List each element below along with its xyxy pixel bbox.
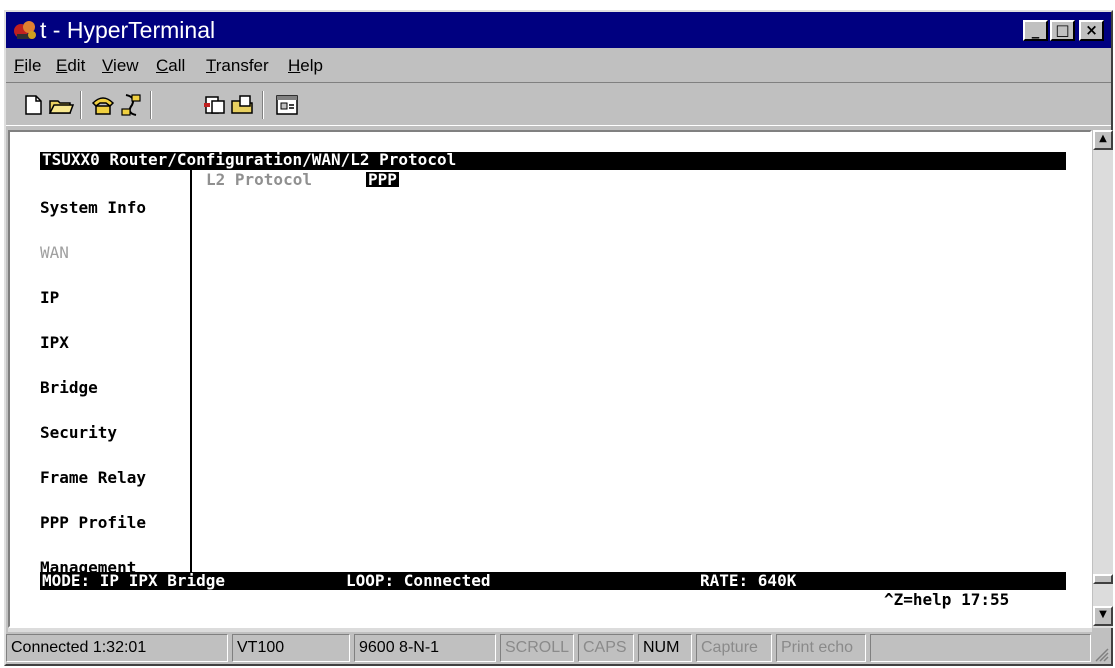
toolbar	[6, 82, 1111, 126]
rate-status: RATE: 640K	[700, 571, 797, 590]
terminal-header: TSUXX0 Router/Configuration/WAN/L2 Proto…	[40, 152, 1066, 170]
receive-icon[interactable]	[230, 93, 256, 117]
minimize-icon: _	[1031, 21, 1040, 39]
menu-option-ipx: IPX	[40, 333, 69, 352]
l2-protocol-value: PPP	[366, 170, 399, 189]
print-echo-indicator: Print echo	[776, 634, 866, 662]
help-hint: ^Z=help 17:55	[884, 590, 1010, 609]
menu-view[interactable]: View	[102, 56, 139, 76]
loop-status: LOOP: Connected	[346, 571, 491, 590]
toolbar-separator	[150, 91, 152, 119]
maximize-icon: □	[1055, 21, 1070, 39]
mode-status: MODE: IP IPX Bridge	[42, 571, 226, 590]
window-title: t - HyperTerminal	[40, 17, 216, 43]
scroll-lock-indicator: SCROLL	[500, 634, 574, 662]
menu-option-security: Security	[40, 423, 118, 442]
caps-lock-indicator: CAPS	[578, 634, 634, 662]
scroll-down-button[interactable]: ▼	[1093, 606, 1113, 626]
scroll-up-button[interactable]: ▲	[1093, 130, 1113, 150]
arrow-up-icon: ▲	[1099, 133, 1107, 144]
title-bar[interactable]: t - HyperTerminal _ □ ×	[6, 12, 1111, 48]
resize-grip-icon[interactable]	[1093, 646, 1109, 662]
menu-option-system-info: System Info	[40, 198, 146, 217]
menu-option-wan: WAN	[40, 243, 69, 262]
terminal-status-line: MODE: IP IPX Bridge LOOP: Connected RATE…	[40, 572, 1066, 590]
vertical-scrollbar[interactable]: ▲ ▼	[1093, 130, 1113, 628]
status-empty-panel	[870, 634, 1091, 662]
terminal-screen[interactable]: TSUXX0 Router/Configuration/WAN/L2 Proto…	[8, 130, 1092, 628]
menu-edit[interactable]: Edit	[56, 56, 85, 76]
disconnect-icon[interactable]	[118, 93, 144, 117]
connect-icon[interactable]	[90, 93, 116, 117]
num-lock-indicator: NUM	[638, 634, 692, 662]
emulation-panel: VT100	[232, 634, 350, 662]
router-menu: System Info WAN IP IPX Bridge Security F…	[40, 170, 192, 576]
menu-bar: File Edit View Call Transfer Help	[6, 50, 1111, 80]
status-bar: Connected 1:32:01 VT100 9600 8-N-1 SCROL…	[6, 632, 1111, 664]
close-button[interactable]: ×	[1079, 20, 1104, 41]
send-icon[interactable]	[202, 93, 228, 117]
menu-option-ip: IP	[40, 288, 60, 307]
connection-timer: Connected 1:32:01	[6, 634, 228, 662]
new-icon[interactable]	[20, 93, 46, 117]
menu-transfer[interactable]: Transfer	[206, 56, 269, 76]
menu-option-ppp-profile: PPP Profile	[40, 513, 146, 532]
close-icon: ×	[1085, 21, 1098, 39]
l2-protocol-label: L2 Protocol	[206, 170, 312, 189]
toolbar-separator	[80, 91, 82, 119]
arrow-down-icon: ▼	[1099, 609, 1107, 620]
menu-call[interactable]: Call	[156, 56, 185, 76]
toolbar-separator	[262, 91, 264, 119]
capture-indicator: Capture	[696, 634, 772, 662]
open-icon[interactable]	[48, 93, 74, 117]
hyperterminal-app-icon[interactable]	[12, 18, 38, 42]
properties-icon[interactable]	[274, 93, 300, 117]
menu-option-bridge: Bridge	[40, 378, 98, 397]
menu-help[interactable]: Help	[288, 56, 323, 76]
minimize-button[interactable]: _	[1023, 20, 1048, 41]
menu-option-frame-relay: Frame Relay	[40, 468, 146, 487]
maximize-button[interactable]: □	[1050, 20, 1075, 41]
hyperterminal-window: t - HyperTerminal _ □ × File Edit View C…	[4, 10, 1113, 666]
scroll-thumb[interactable]	[1093, 574, 1113, 584]
terminal-content: TSUXX0 Router/Configuration/WAN/L2 Proto…	[36, 152, 1066, 608]
menu-file[interactable]: File	[14, 56, 41, 76]
port-settings-panel: 9600 8-N-1	[354, 634, 496, 662]
